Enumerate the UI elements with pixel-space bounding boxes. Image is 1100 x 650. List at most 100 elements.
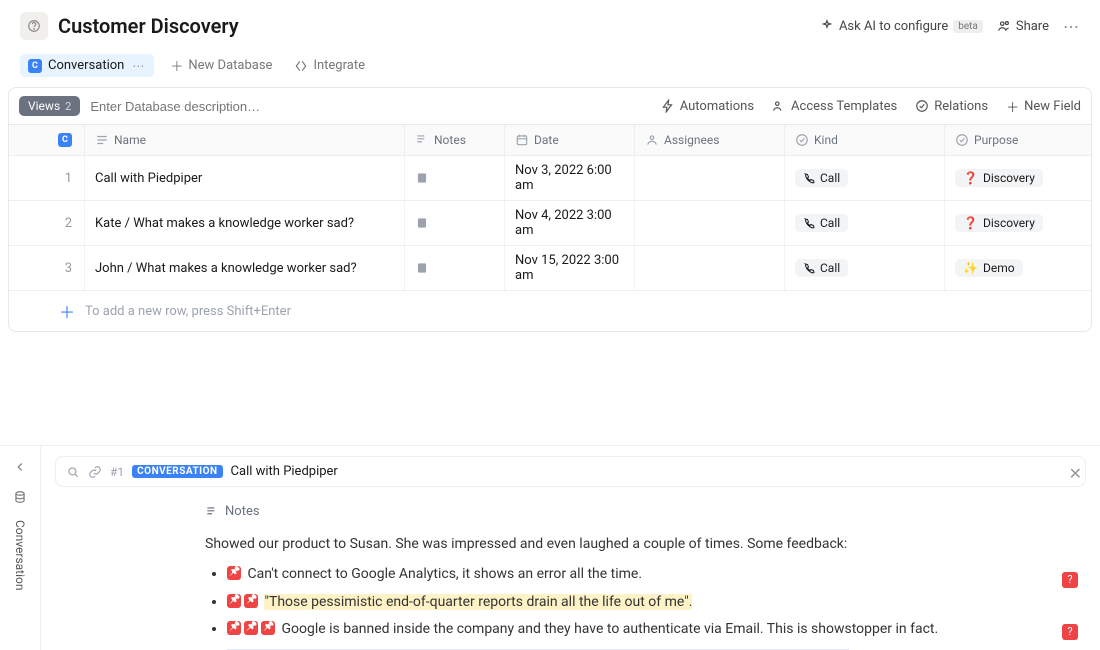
- conversation-badge-icon: C: [58, 133, 72, 147]
- close-panel-button[interactable]: ✕: [1069, 464, 1082, 483]
- cell-date[interactable]: Nov 15, 2022 3:00 am: [505, 246, 635, 290]
- table-row[interactable]: 3John / What makes a knowledge worker sa…: [9, 246, 1091, 291]
- ask-ai-button[interactable]: Ask AI to configure beta: [820, 19, 983, 34]
- search-icon[interactable]: [66, 465, 80, 479]
- sparkle-icon: [820, 19, 834, 33]
- cell-kind[interactable]: Call: [785, 156, 945, 200]
- list-item: "Those pessimistic end-of-quarter report…: [227, 591, 1056, 615]
- relations-label: Relations: [934, 99, 988, 114]
- share-button[interactable]: Share: [997, 19, 1049, 34]
- col-assignees[interactable]: Assignees: [635, 125, 785, 155]
- flag-icon: [261, 621, 275, 635]
- cell-purpose[interactable]: Discovery: [945, 156, 1091, 200]
- flag-icon: [227, 621, 241, 635]
- page-icon: [20, 12, 48, 40]
- ask-ai-label: Ask AI to configure: [839, 19, 948, 34]
- new-database-label: New Database: [188, 58, 272, 73]
- tab-conversation-label: Conversation: [48, 58, 124, 73]
- cell-notes[interactable]: [405, 201, 505, 245]
- phone-icon: [803, 217, 815, 229]
- notes-icon: [415, 133, 429, 147]
- kind-chip: Call: [795, 214, 848, 232]
- text-icon: [95, 133, 109, 147]
- notes-intro[interactable]: Showed our product to Susan. She was imp…: [205, 533, 1056, 557]
- relations-button[interactable]: Relations: [915, 99, 988, 114]
- arrow-left-icon: [13, 460, 27, 474]
- col-date[interactable]: Date: [505, 125, 635, 155]
- access-templates-button[interactable]: Access Templates: [772, 99, 897, 114]
- plus-icon: ＋: [170, 56, 183, 75]
- plus-icon: ＋: [1006, 97, 1019, 116]
- integrate-icon: [294, 59, 308, 73]
- cell-name[interactable]: John / What makes a knowledge worker sad…: [85, 246, 405, 290]
- automations-label: Automations: [680, 99, 754, 114]
- cell-notes[interactable]: [405, 156, 505, 200]
- cell-date[interactable]: Nov 3, 2022 6:00 am: [505, 156, 635, 200]
- comment-marker[interactable]: ?: [1062, 572, 1078, 588]
- more-menu-button[interactable]: ⋯: [1063, 17, 1080, 36]
- people-icon: [997, 19, 1011, 33]
- access-label: Access Templates: [791, 99, 897, 114]
- relations-icon: [915, 99, 929, 113]
- comment-marker[interactable]: ?: [1062, 624, 1078, 640]
- cell-name[interactable]: Kate / What makes a knowledge worker sad…: [85, 201, 405, 245]
- notes-heading: Notes: [205, 501, 1056, 523]
- views-label: Views: [28, 99, 60, 113]
- cell-purpose[interactable]: Discovery: [945, 201, 1091, 245]
- cell-kind[interactable]: Call: [785, 201, 945, 245]
- back-button[interactable]: [13, 460, 27, 478]
- stack-icon: [13, 490, 27, 504]
- add-row-button[interactable]: ＋ To add a new row, press Shift+Enter: [9, 291, 1091, 331]
- integrate-button[interactable]: Integrate: [288, 54, 371, 77]
- rail-label: Conversation: [13, 520, 27, 590]
- description-input[interactable]: [90, 99, 650, 114]
- page-title: Customer Discovery: [58, 14, 820, 38]
- purpose-chip: Discovery: [955, 169, 1043, 187]
- col-kind[interactable]: Kind: [785, 125, 945, 155]
- col-purpose[interactable]: Purpose: [945, 125, 1091, 155]
- notes-list[interactable]: Can't connect to Google Analytics, it sh…: [205, 563, 1056, 650]
- plus-icon: ＋: [19, 299, 75, 323]
- toolbar: Views 2 Automations Access Templates Rel…: [8, 87, 1092, 125]
- record-number: #1: [110, 465, 124, 479]
- note-icon: [415, 216, 429, 230]
- tab-conversation[interactable]: C Conversation ⋯: [20, 54, 154, 77]
- cell-kind[interactable]: Call: [785, 246, 945, 290]
- note-icon: [415, 261, 429, 275]
- cell-assignees[interactable]: [635, 246, 785, 290]
- list-item: She thinks that it is really cool to cor…: [227, 646, 1056, 650]
- new-field-button[interactable]: ＋ New Field: [1006, 97, 1081, 116]
- check-circle-icon: [795, 133, 809, 147]
- cell-notes[interactable]: [405, 246, 505, 290]
- col-notes[interactable]: Notes: [405, 125, 505, 155]
- database-icon[interactable]: [13, 490, 27, 508]
- link-icon[interactable]: [88, 465, 102, 479]
- table-row[interactable]: 1Call with Piedpiper Nov 3, 2022 6:00 am C…: [9, 156, 1091, 201]
- panel-header: #1 CONVERSATION Call with Piedpiper: [55, 456, 1086, 487]
- cell-name[interactable]: Call with Piedpiper: [85, 156, 405, 200]
- new-database-button[interactable]: ＋ New Database: [164, 52, 278, 79]
- list-item: Google is banned inside the company and …: [227, 618, 1056, 642]
- share-label: Share: [1016, 19, 1049, 34]
- note-icon: [415, 171, 429, 185]
- list-item: Can't connect to Google Analytics, it sh…: [227, 563, 1056, 587]
- panel-title: Call with Piedpiper: [231, 464, 338, 479]
- left-rail: Conversation: [0, 446, 40, 650]
- table-header: C Name Notes Date Assignees Kind Purpose: [9, 125, 1091, 156]
- bolt-icon: [661, 99, 675, 113]
- cell-purpose[interactable]: Demo: [945, 246, 1091, 290]
- table-row[interactable]: 2Kate / What makes a knowledge worker sa…: [9, 201, 1091, 246]
- views-count: 2: [65, 100, 71, 113]
- new-field-label: New Field: [1024, 99, 1081, 114]
- cell-date[interactable]: Nov 4, 2022 3:00 am: [505, 201, 635, 245]
- cell-assignees[interactable]: [635, 156, 785, 200]
- flag-icon: [227, 594, 241, 608]
- tab-more-button[interactable]: ⋯: [130, 59, 146, 73]
- views-button[interactable]: Views 2: [19, 96, 80, 116]
- cell-assignees[interactable]: [635, 201, 785, 245]
- row-number: 1: [9, 156, 85, 200]
- people-icon: [772, 99, 786, 113]
- phone-icon: [803, 172, 815, 184]
- col-name[interactable]: Name: [85, 125, 405, 155]
- automations-button[interactable]: Automations: [661, 99, 754, 114]
